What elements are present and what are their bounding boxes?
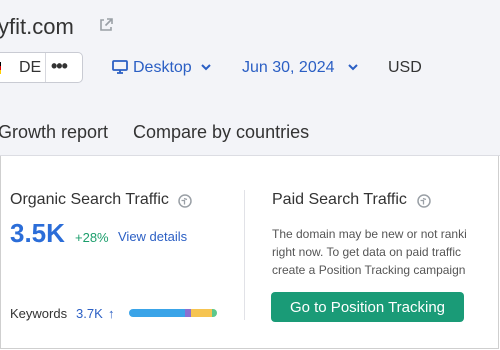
organic-traffic-change: +28% xyxy=(75,230,109,245)
description-line: create a Position Tracking campaign xyxy=(272,263,466,277)
keywords-distribution-bar xyxy=(129,309,217,317)
card-divider xyxy=(244,190,245,320)
chevron-down-icon xyxy=(348,64,358,71)
trend-up-icon: ↑ xyxy=(108,306,115,321)
domain-title[interactable]: yfit.com xyxy=(0,14,74,40)
tab-growth-report[interactable]: Growth report xyxy=(0,122,108,143)
description-line: The domain may be new or not ranki xyxy=(272,227,467,241)
organic-traffic-value: 3.5K xyxy=(10,218,65,248)
device-label: Desktop xyxy=(133,59,192,76)
keywords-value[interactable]: 3.7K xyxy=(76,306,103,321)
external-link-icon[interactable] xyxy=(98,17,114,33)
date-label: Jun 30, 2024 xyxy=(242,59,335,76)
germany-flag-icon xyxy=(0,62,1,74)
divider xyxy=(45,53,46,82)
bar-segment xyxy=(190,309,212,317)
description-line: right now. To get data on paid traffic xyxy=(272,245,462,259)
database-label: DE xyxy=(19,59,42,76)
paid-traffic-description: The domain may be new or not ranki right… xyxy=(272,225,500,279)
keywords-label: Keywords xyxy=(10,306,68,321)
view-details-link[interactable]: View details xyxy=(118,229,187,244)
bar-segment xyxy=(129,309,186,317)
database-selector[interactable]: DE ••• xyxy=(0,52,83,83)
organic-traffic-title: Organic Search Traffic xyxy=(10,191,169,208)
desktop-icon xyxy=(112,60,128,74)
more-icon[interactable]: ••• xyxy=(51,56,68,77)
info-icon[interactable] xyxy=(417,194,431,208)
info-icon[interactable] xyxy=(178,194,192,208)
currency-label[interactable]: USD xyxy=(388,59,422,77)
go-to-position-tracking-button[interactable]: Go to Position Tracking xyxy=(271,292,464,322)
header: yfit.com DE ••• Desktop Jun 30, 2024 USD… xyxy=(0,0,500,156)
paid-traffic-title: Paid Search Traffic xyxy=(272,191,407,208)
chevron-down-icon xyxy=(201,64,211,71)
tab-compare-by-countries[interactable]: Compare by countries xyxy=(133,122,309,143)
